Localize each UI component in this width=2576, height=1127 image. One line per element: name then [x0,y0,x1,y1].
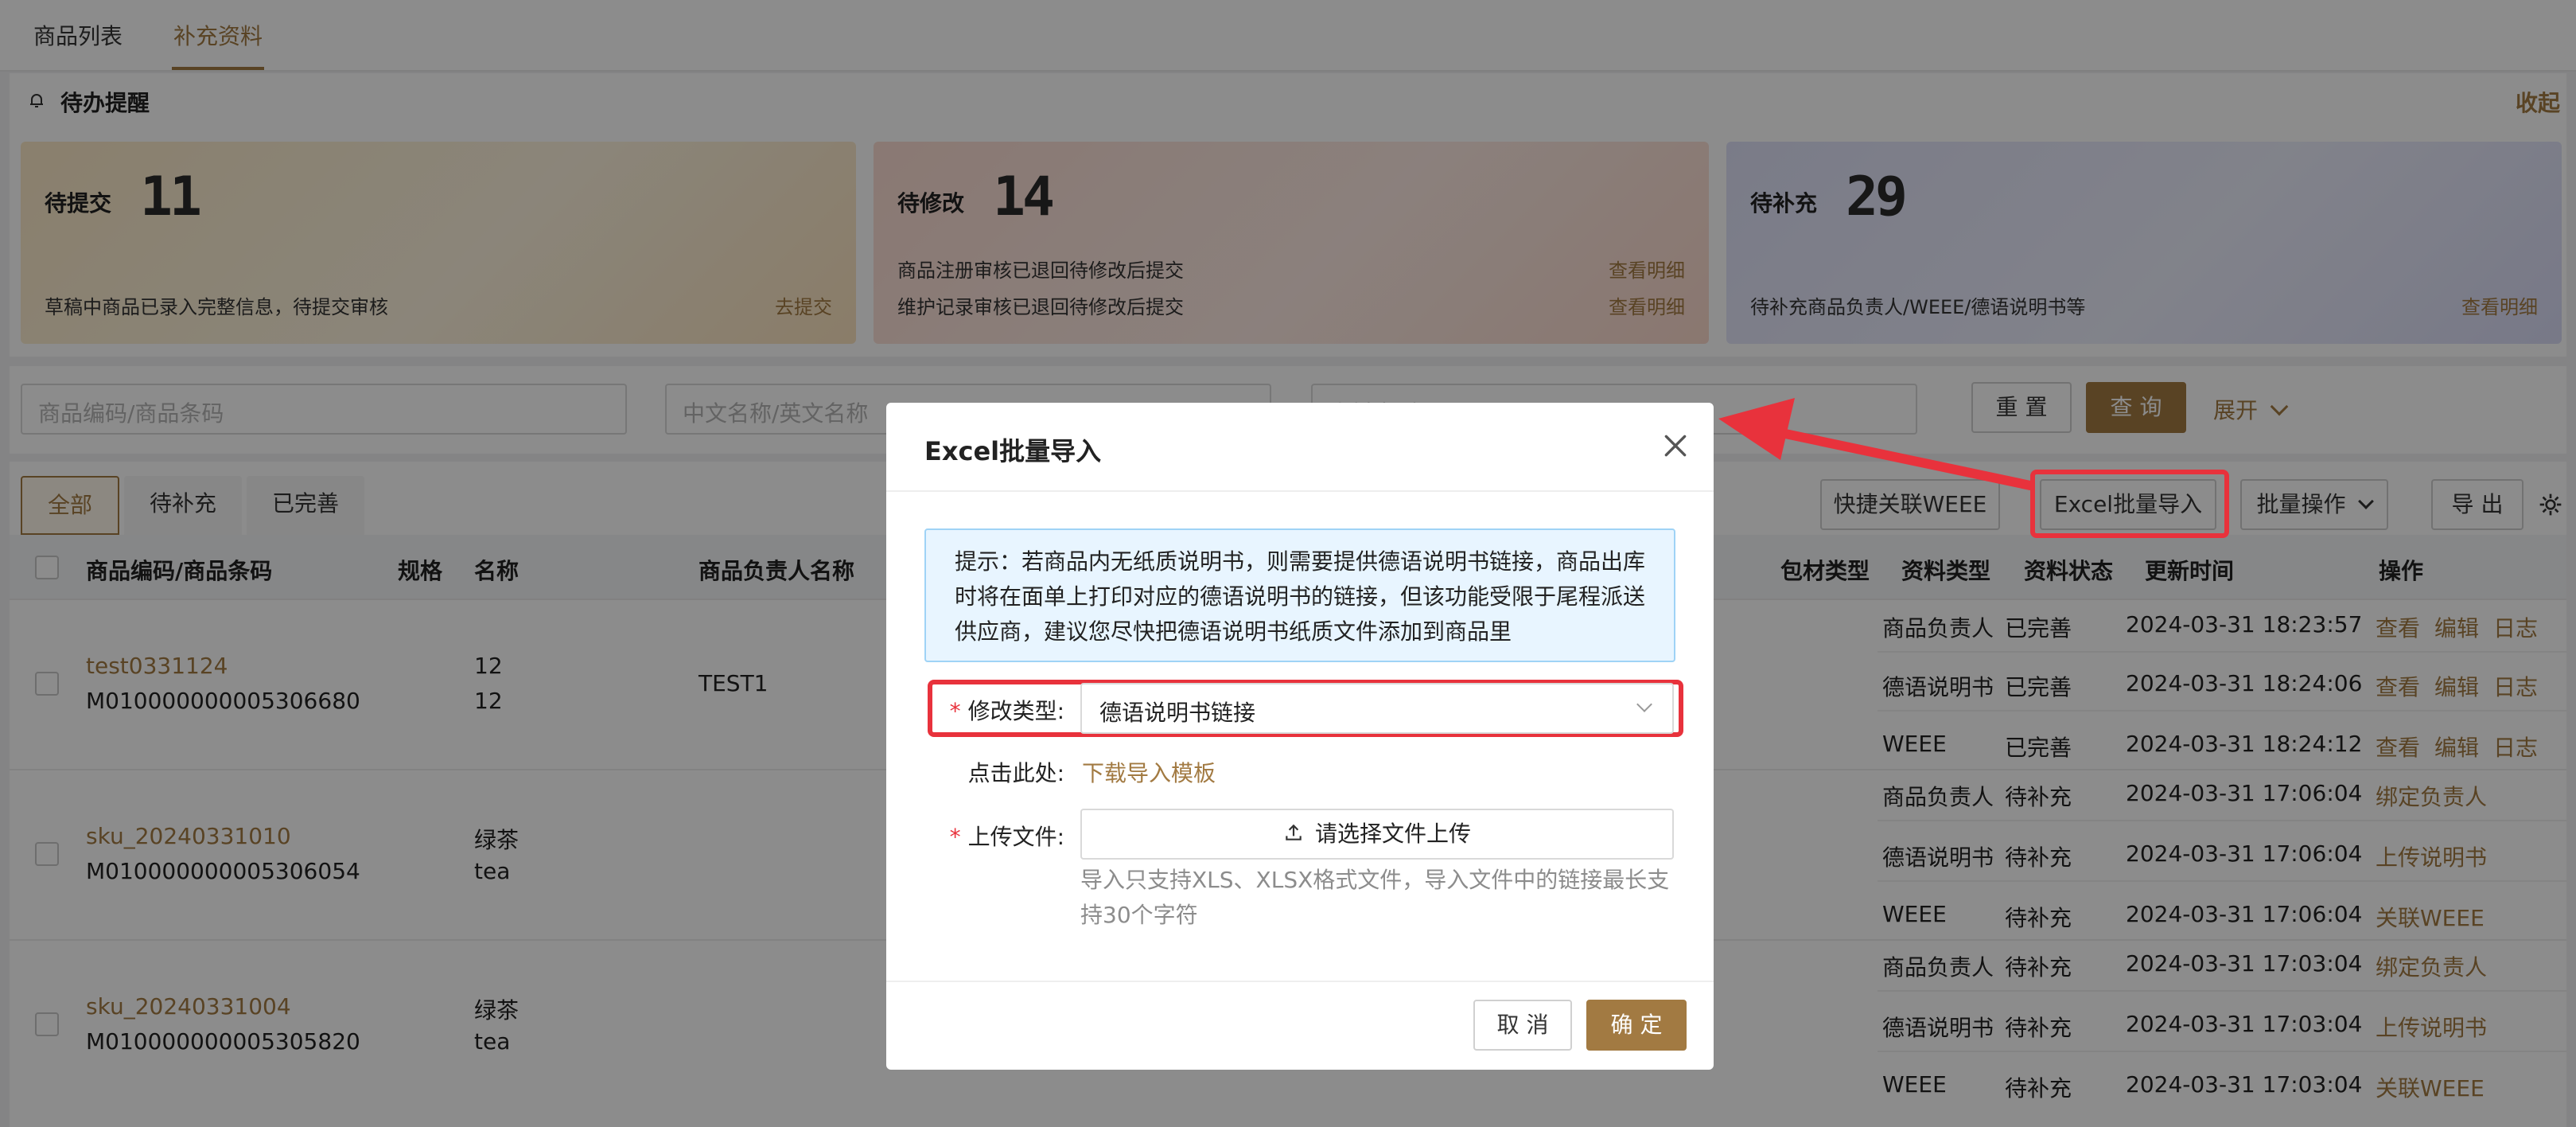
upload-file-button[interactable]: 请选择文件上传 [1080,809,1674,860]
modify-type-label-text: 修改类型: [967,698,1064,724]
template-label: 点击此处: [967,760,1064,786]
cancel-button[interactable]: 取 消 [1473,1000,1572,1051]
modal-title: Excel批量导入 [924,436,1102,466]
modify-type-label: * 修改类型: [918,694,1064,726]
modify-type-select[interactable]: 德语说明书链接 [1080,683,1674,734]
modal-footer-divider [886,981,1714,982]
upload-hint: 导入只支持XLS、XLSX格式文件，导入文件中的链接最长支持30个字符 [1080,867,1670,928]
confirm-button[interactable]: 确 定 [1586,1000,1687,1051]
download-template-link[interactable]: 下载导入模板 [1082,756,1216,788]
upload-icon [1286,824,1302,840]
upload-button-label: 请选择文件上传 [1314,821,1471,847]
required-asterisk: * [949,824,961,850]
chevron-down-icon [1636,696,1652,712]
modify-type-value: 德语说明书链接 [1099,700,1256,726]
modal-header-divider [886,490,1714,492]
close-icon[interactable] [1660,430,1691,462]
annotation-arrow-icon [1718,398,2035,490]
required-asterisk: * [949,698,961,724]
annotation-highlight-frame [2030,470,2229,538]
excel-import-modal: Excel批量导入 提示：若商品内无纸质说明书，则需要提供德语说明书链接，商品出… [886,403,1714,1070]
upload-file-label: * 上传文件: [918,820,1064,852]
info-alert: 提示：若商品内无纸质说明书，则需要提供德语说明书链接，商品出库时将在面单上打印对… [924,528,1675,662]
upload-file-label-text: 上传文件: [967,824,1064,850]
